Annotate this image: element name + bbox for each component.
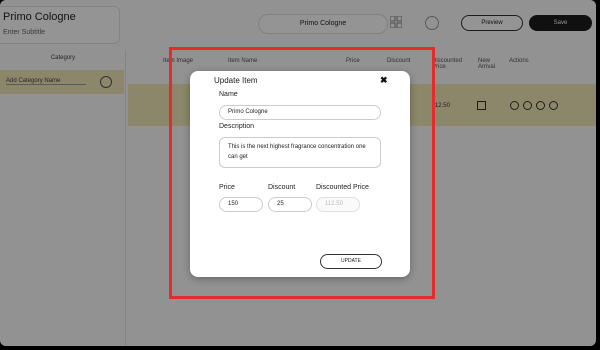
update-item-modal: Update Item ✖ Name Primo Cologne Descrip…: [190, 71, 410, 277]
discount-input[interactable]: 25: [268, 197, 312, 212]
discount-label: Discount: [268, 184, 296, 191]
name-label: Name: [219, 91, 238, 98]
app-window: Primo Cologne Enter Subtitle Primo Colog…: [0, 0, 596, 346]
price-input[interactable]: 150: [219, 197, 263, 212]
screen-frame: Primo Cologne Enter Subtitle Primo Colog…: [0, 0, 600, 350]
close-icon[interactable]: ✖: [380, 75, 388, 86]
description-label: Description: [219, 123, 255, 130]
discounted-price-label: Discounted Price: [316, 184, 369, 191]
discounted-price-input: 112.50: [316, 197, 360, 212]
update-button[interactable]: UPDATE: [320, 254, 382, 269]
price-label: Price: [219, 184, 235, 191]
name-input[interactable]: Primo Cologne: [219, 105, 381, 120]
modal-title: Update Item: [214, 76, 258, 85]
description-textarea[interactable]: This is the next highest fragrance conce…: [219, 137, 381, 168]
